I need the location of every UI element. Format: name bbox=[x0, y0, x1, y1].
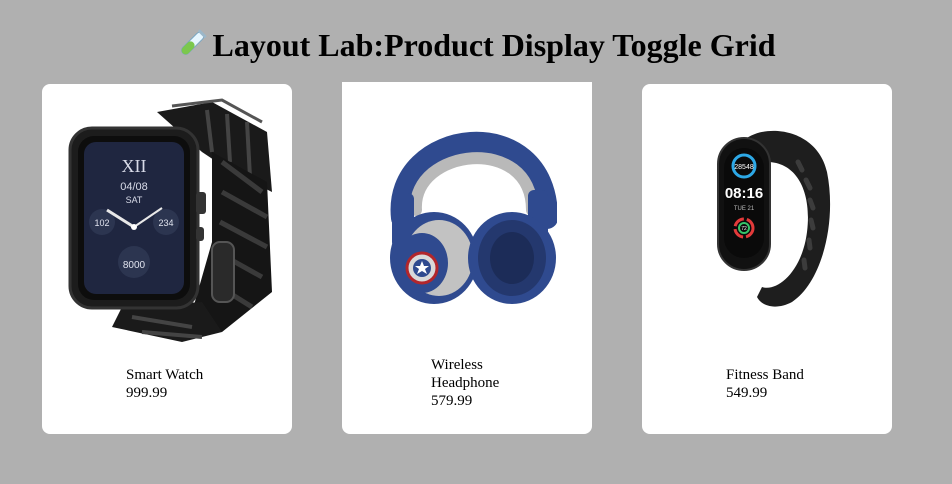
product-card-smart-watch[interactable]: XII 04/08 SAT 102 234 8000 Smart Watch 9… bbox=[42, 84, 292, 434]
svg-text:102: 102 bbox=[94, 218, 109, 228]
product-price: 579.99 bbox=[431, 393, 473, 409]
smart-watch-image: XII 04/08 SAT 102 234 8000 bbox=[68, 98, 272, 342]
product-price: 999.99 bbox=[126, 385, 168, 401]
test-tube-icon bbox=[181, 30, 207, 56]
product-info: Fitness Band 549.99 bbox=[726, 366, 846, 402]
svg-text:234: 234 bbox=[158, 218, 173, 228]
fitness-band-image: 28548 08:16 TUE 21 72 bbox=[717, 130, 831, 307]
product-name: Fitness Band bbox=[726, 367, 804, 383]
svg-text:08:16: 08:16 bbox=[725, 185, 763, 202]
product-card-fitness-band[interactable]: 28548 08:16 TUE 21 72 Fitness Band 549.9… bbox=[642, 84, 892, 434]
svg-text:XII: XII bbox=[122, 156, 147, 176]
product-name: Smart Watch bbox=[126, 367, 204, 383]
page-title: Layout Lab:Product Display Toggle Grid bbox=[0, 25, 952, 65]
product-price: 549.99 bbox=[726, 385, 768, 401]
product-info: Smart Watch 999.99 bbox=[126, 366, 246, 402]
product-name: Wireless Headphone bbox=[431, 357, 500, 391]
product-card-wireless-headphone[interactable]: Wireless Headphone 579.99 bbox=[342, 82, 592, 434]
headphone-image bbox=[390, 131, 557, 304]
svg-text:28548: 28548 bbox=[734, 164, 754, 171]
svg-text:8000: 8000 bbox=[123, 260, 146, 271]
svg-text:TUE 21: TUE 21 bbox=[734, 206, 755, 212]
svg-text:SAT: SAT bbox=[126, 195, 143, 205]
svg-text:04/08: 04/08 bbox=[120, 181, 148, 193]
svg-text:72: 72 bbox=[741, 226, 747, 232]
product-info: Wireless Headphone 579.99 bbox=[431, 356, 531, 410]
page-title-text: Layout Lab:Product Display Toggle Grid bbox=[212, 27, 776, 64]
